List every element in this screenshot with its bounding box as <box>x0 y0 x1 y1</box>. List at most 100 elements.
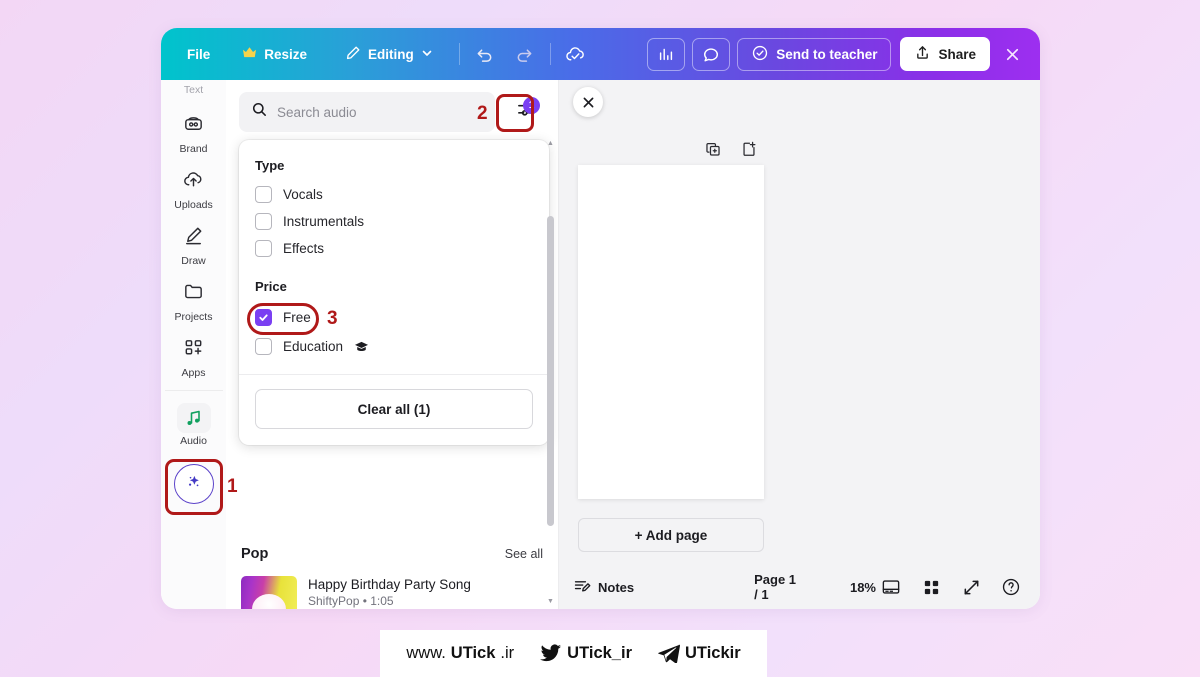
search-input[interactable] <box>277 104 483 120</box>
sidebar-item-uploads[interactable]: Uploads <box>165 160 223 216</box>
instrumentals-label: Instrumentals <box>283 214 365 229</box>
notes-button[interactable]: Notes <box>573 577 634 598</box>
pen-draw-icon <box>182 224 205 252</box>
track-list-item[interactable]: Happy Birthday Party Song ShiftyPop • 1:… <box>239 570 545 609</box>
crown-icon <box>242 46 257 62</box>
sidebar-item-projects[interactable]: Projects <box>165 272 223 328</box>
clear-all-button[interactable]: Clear all (1) <box>255 389 533 429</box>
filter-button-slot: 1 <box>503 92 545 132</box>
search-icon <box>251 101 268 123</box>
left-sidebar-rail: Text Brand Uploads Draw Projects Apps Au… <box>161 80 238 609</box>
filter-option-instrumentals[interactable]: Instrumentals <box>239 208 549 235</box>
status-bar: Notes Page 1 / 1 18% <box>559 565 1040 609</box>
expand-arrows-icon[interactable] <box>956 572 986 602</box>
sidebar-item-brand[interactable]: Brand <box>165 104 223 160</box>
telegram-plane-icon <box>658 644 680 663</box>
sidebar-item-uploads-label: Uploads <box>174 199 213 211</box>
sidebar-item-audio[interactable]: Audio <box>170 399 218 450</box>
close-window-button[interactable] <box>994 36 1030 72</box>
effects-label: Effects <box>283 241 325 256</box>
search-filter-button[interactable]: 1 <box>510 96 542 128</box>
upload-cloud-icon <box>182 168 205 196</box>
send-to-teacher-button[interactable]: Send to teacher <box>737 37 892 71</box>
chevron-down-icon <box>421 47 433 62</box>
editing-mode-button[interactable]: Editing <box>335 38 443 71</box>
audio-side-panel: Pop See all Happy Birthday Party Song Sh… <box>226 80 559 609</box>
magic-studio-button[interactable] <box>173 464 214 504</box>
annotation-number-1: 1 <box>227 476 238 497</box>
design-page-canvas[interactable] <box>578 165 764 499</box>
track-thumbnail[interactable] <box>241 576 297 609</box>
filter-option-vocals[interactable]: Vocals <box>239 181 549 208</box>
add-page-icon[interactable] <box>740 140 758 163</box>
filter-dropdown-panel: Type Vocals Instrumentals Effects Price <box>239 140 549 445</box>
insights-button[interactable] <box>647 37 686 71</box>
vocals-checkbox[interactable] <box>255 186 272 203</box>
help-circle-icon[interactable] <box>996 572 1026 602</box>
toolbar-divider-1 <box>458 43 460 65</box>
instrumentals-checkbox[interactable] <box>255 213 272 230</box>
category-header-pop: Pop See all <box>239 540 545 570</box>
canva-editor-window: File Resize Editing Send to teacher Shar… <box>161 28 1040 609</box>
sidebar-item-apps[interactable]: Apps <box>165 328 223 384</box>
twitter-bird-icon <box>540 644 562 663</box>
toolbar-divider-2 <box>549 43 551 65</box>
brand-icon <box>182 112 205 140</box>
scroll-up-arrow-icon[interactable]: ▲ <box>547 140 554 147</box>
sidebar-item-text[interactable]: Text <box>165 84 223 104</box>
filter-divider <box>239 374 549 375</box>
canvas-work-area: + Add page Notes Page 1 / 1 18% <box>559 80 1040 609</box>
sidebar-item-text-label: Text <box>183 84 204 96</box>
share-button[interactable]: Share <box>900 37 990 71</box>
cloud-saved-button[interactable] <box>559 39 593 69</box>
panel-scrollbar-thumb[interactable] <box>547 216 554 526</box>
footer-telegram-handle: UTickir <box>685 644 741 662</box>
resize-button[interactable]: Resize <box>232 39 317 69</box>
sidebar-item-draw[interactable]: Draw <box>165 216 223 272</box>
top-toolbar: File Resize Editing Send to teacher Shar… <box>161 28 1040 80</box>
apps-grid-icon <box>182 336 205 364</box>
sidebar-item-apps-label: Apps <box>181 367 206 379</box>
duplicate-page-icon[interactable] <box>704 140 722 163</box>
page-tools-row <box>704 140 758 163</box>
footer-website-suffix: .ir <box>500 644 515 662</box>
page-indicator[interactable]: Page 1 / 1 <box>754 572 802 602</box>
comments-button[interactable] <box>692 37 731 71</box>
filter-option-education[interactable]: Education <box>239 333 549 360</box>
zoom-level-indicator[interactable]: 18% <box>850 580 876 595</box>
add-page-button[interactable]: + Add page <box>578 518 764 552</box>
check-circle-icon <box>751 44 769 65</box>
footer-branding-banner: www. UTick .ir UTick_ir UTickir <box>380 630 767 677</box>
editor-body: Text Brand Uploads Draw Projects Apps Au… <box>161 80 1040 609</box>
notes-icon <box>573 577 591 598</box>
send-to-teacher-label: Send to teacher <box>776 46 878 62</box>
track-title: Happy Birthday Party Song <box>308 577 471 592</box>
share-upload-icon <box>914 44 931 64</box>
scroll-down-arrow-icon[interactable]: ▼ <box>547 598 554 605</box>
page-view-icon[interactable] <box>876 572 906 602</box>
sidebar-item-projects-label: Projects <box>174 311 213 323</box>
undo-button[interactable] <box>468 39 502 69</box>
filter-option-free[interactable]: Free <box>239 304 549 331</box>
track-artist-duration: ShiftyPop • 1:05 <box>308 594 394 608</box>
panel-scrollbar[interactable]: ▲ ▼ <box>547 140 554 605</box>
filter-count-badge: 1 <box>523 97 540 114</box>
filter-option-effects[interactable]: Effects <box>239 235 549 262</box>
see-all-link[interactable]: See all <box>505 547 543 561</box>
file-menu-label: File <box>187 46 211 62</box>
free-price-checkbox[interactable] <box>255 309 272 326</box>
close-panel-button[interactable] <box>573 87 603 117</box>
education-checkbox[interactable] <box>255 338 272 355</box>
filter-price-title: Price <box>255 279 287 294</box>
audio-search-row: 1 <box>226 80 558 140</box>
search-input-box[interactable] <box>239 92 495 132</box>
effects-checkbox[interactable] <box>255 240 272 257</box>
redo-button[interactable] <box>508 39 542 69</box>
clear-all-label: Clear all (1) <box>357 401 431 417</box>
music-note-icon <box>176 403 211 433</box>
footer-website-name: UTick <box>450 644 496 662</box>
grid-thumbnails-icon[interactable] <box>916 572 946 602</box>
footer-twitter: UTick_ir <box>540 644 632 663</box>
pen-icon <box>345 45 361 64</box>
file-menu-button[interactable]: File <box>177 40 220 69</box>
